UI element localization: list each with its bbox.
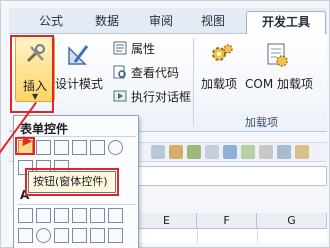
list-box-control[interactable] xyxy=(90,140,105,155)
tab-developer[interactable]: 开发工具 xyxy=(246,11,326,34)
spinner-control[interactable] xyxy=(72,140,87,155)
excel-window: 公式 数据 审阅 视图 开发工具 插入 ▼ 设计模式 属性 查看代码 执行对话框… xyxy=(0,0,330,248)
run-dialog-label: 执行对话框 xyxy=(131,90,192,104)
divider xyxy=(18,204,136,205)
addins-button[interactable]: 加载项 xyxy=(201,75,237,92)
activex-image[interactable] xyxy=(72,228,87,243)
column-header-e[interactable]: E xyxy=(137,213,197,229)
toolbar-icon[interactable] xyxy=(223,145,237,159)
gear-icon xyxy=(212,44,233,61)
activex-spin-button[interactable] xyxy=(18,228,33,243)
run-dialog-button[interactable]: 执行对话框 xyxy=(113,88,191,106)
toolbar-icon[interactable] xyxy=(169,145,183,159)
insert-highlight-box xyxy=(10,35,54,113)
activex-list-box[interactable] xyxy=(72,208,87,223)
activex-option-button[interactable] xyxy=(36,228,51,243)
toolbar-icon[interactable] xyxy=(205,145,219,159)
grid-line xyxy=(257,229,258,243)
option-button-control[interactable] xyxy=(108,140,123,155)
toolbar-icon[interactable] xyxy=(241,145,255,159)
com-addins-icon xyxy=(267,43,288,67)
tooltip-highlight-box xyxy=(25,168,119,196)
view-code-button[interactable]: 查看代码 xyxy=(113,64,179,82)
combo-box-control[interactable] xyxy=(36,140,51,155)
tab-view[interactable]: 视图 xyxy=(193,11,233,34)
design-mode-icon xyxy=(68,45,89,65)
activex-command-button[interactable] xyxy=(18,208,33,223)
tab-data[interactable]: 数据 xyxy=(87,11,127,34)
activex-scrollbar[interactable] xyxy=(108,208,123,223)
properties-label: 属性 xyxy=(131,42,156,56)
activex-more-controls[interactable] xyxy=(108,228,123,243)
divider xyxy=(18,136,136,137)
toolbar-icon[interactable] xyxy=(259,145,273,159)
group-divider xyxy=(193,38,194,126)
formula-bar[interactable] xyxy=(121,166,327,186)
view-code-icon xyxy=(113,65,126,79)
tab-formulas[interactable]: 公式 xyxy=(31,11,71,34)
properties-button[interactable]: 属性 xyxy=(113,40,155,58)
toolbar-icon[interactable] xyxy=(187,145,201,159)
activex-toggle-button[interactable] xyxy=(90,228,105,243)
addins-group-label: 加载项 xyxy=(245,116,278,129)
toolbar-icon[interactable] xyxy=(295,145,309,159)
form-controls-title: 表单控件 xyxy=(20,122,69,136)
column-header-g[interactable]: G xyxy=(257,213,327,229)
run-dialog-icon xyxy=(113,90,127,102)
checkbox-control[interactable] xyxy=(54,140,69,155)
properties-icon xyxy=(113,41,127,55)
activex-combo-box[interactable] xyxy=(36,208,51,223)
com-addins-button[interactable]: COM 加载项 xyxy=(245,75,313,92)
grid-line xyxy=(197,229,198,243)
activex-checkbox[interactable] xyxy=(54,208,69,223)
column-header-f[interactable]: F xyxy=(197,213,257,229)
design-mode-button[interactable]: 设计模式 xyxy=(55,75,103,92)
toolbar-icon[interactable] xyxy=(151,145,165,159)
tab-review[interactable]: 审阅 xyxy=(141,11,181,34)
activex-text-box[interactable] xyxy=(90,208,105,223)
toolbar-icon[interactable] xyxy=(277,145,291,159)
view-code-label: 查看代码 xyxy=(131,66,180,80)
activex-label[interactable] xyxy=(54,228,69,243)
ribbon-tab-bar: 公式 数据 审阅 视图 开发工具 xyxy=(9,8,327,34)
